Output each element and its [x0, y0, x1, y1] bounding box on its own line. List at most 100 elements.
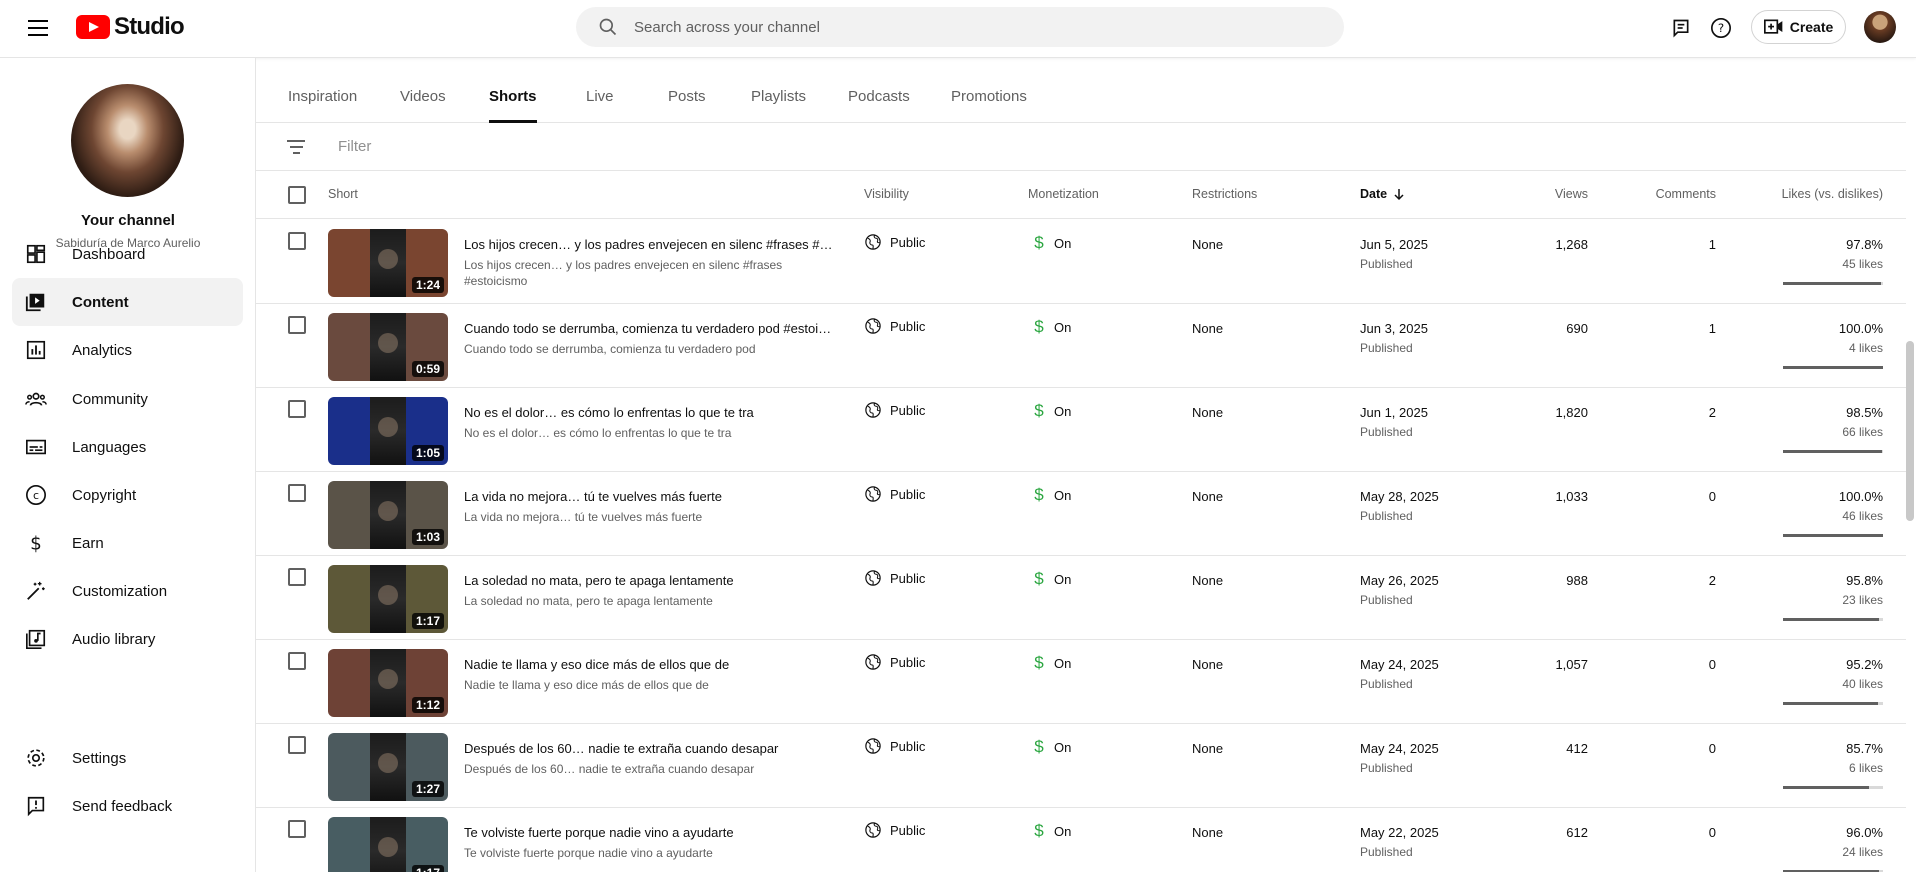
comments-cell[interactable]: 0	[1636, 825, 1716, 840]
sidebar-item-copyright[interactable]: c Copyright	[12, 471, 243, 519]
table-row[interactable]: 1:27 Después de los 60… nadie te extraña …	[256, 724, 1906, 808]
col-likes[interactable]: Likes (vs. dislikes)	[1746, 187, 1883, 201]
comments-cell[interactable]: 0	[1636, 657, 1716, 672]
tab-videos[interactable]: Videos	[400, 88, 446, 123]
visibility-cell[interactable]: Public	[864, 485, 925, 503]
filter-icon[interactable]	[284, 135, 308, 159]
search-icon[interactable]	[588, 7, 628, 47]
video-thumbnail[interactable]: 1:24	[328, 229, 448, 297]
col-views[interactable]: Views	[1496, 187, 1588, 201]
video-title[interactable]: Cuando todo se derrumba, comienza tu ver…	[464, 321, 834, 336]
comments-cell[interactable]: 2	[1636, 573, 1716, 588]
comments-cell[interactable]: 1	[1636, 321, 1716, 336]
video-thumbnail[interactable]: 1:27	[328, 733, 448, 801]
monetization-cell[interactable]: $ On	[1032, 317, 1071, 337]
row-checkbox[interactable]	[288, 736, 306, 754]
col-visibility[interactable]: Visibility	[864, 187, 909, 201]
tab-playlists[interactable]: Playlists	[751, 88, 806, 123]
visibility-cell[interactable]: Public	[864, 317, 925, 335]
col-monetization[interactable]: Monetization	[1028, 187, 1099, 201]
tab-posts[interactable]: Posts	[668, 88, 706, 123]
search-input[interactable]	[634, 18, 1294, 36]
likes-ratio-bar	[1783, 534, 1883, 537]
comments-cell[interactable]: 1	[1636, 237, 1716, 252]
sidebar-item-analytics[interactable]: Analytics	[12, 326, 243, 374]
monetization-cell[interactable]: $ On	[1032, 233, 1071, 253]
tab-podcasts[interactable]: Podcasts	[848, 88, 910, 123]
table-row[interactable]: 1:03 La vida no mejora… tú te vuelves más…	[256, 472, 1906, 556]
table-row[interactable]: 1:17 La soledad no mata, pero te apaga le…	[256, 556, 1906, 640]
comments-cell[interactable]: 2	[1636, 405, 1716, 420]
video-thumbnail[interactable]: 1:17	[328, 817, 448, 872]
monetization-cell[interactable]: $ On	[1032, 737, 1071, 757]
help-icon[interactable]: ?	[1707, 14, 1735, 42]
visibility-cell[interactable]: Public	[864, 233, 925, 251]
comments-icon[interactable]	[1667, 14, 1695, 42]
table-row[interactable]: 1:24 Los hijos crecen… y los padres envej…	[256, 220, 1906, 304]
sidebar-item-earn[interactable]: $ Earn	[12, 519, 243, 567]
monetization-cell[interactable]: $ On	[1032, 821, 1071, 841]
col-comments[interactable]: Comments	[1636, 187, 1716, 201]
video-thumbnail[interactable]: 1:05	[328, 397, 448, 465]
video-thumbnail[interactable]: 1:17	[328, 565, 448, 633]
video-title[interactable]: Los hijos crecen… y los padres envejecen…	[464, 237, 834, 252]
sidebar-item-audio-library[interactable]: Audio library	[12, 615, 243, 663]
likes-ratio-fill	[1783, 282, 1881, 285]
visibility-cell[interactable]: Public	[864, 821, 925, 839]
row-checkbox[interactable]	[288, 232, 306, 250]
comments-cell[interactable]: 0	[1636, 489, 1716, 504]
sidebar-item-customization[interactable]: Customization	[12, 567, 243, 615]
video-title[interactable]: La vida no mejora… tú te vuelves más fue…	[464, 489, 834, 504]
likes-ratio-bar	[1783, 702, 1883, 705]
video-title[interactable]: Te volviste fuerte porque nadie vino a a…	[464, 825, 834, 840]
hamburger-menu-icon[interactable]	[24, 14, 52, 42]
sidebar-item-settings[interactable]: Settings	[12, 734, 243, 782]
comments-cell[interactable]: 0	[1636, 741, 1716, 756]
tab-live[interactable]: Live	[586, 88, 614, 123]
sidebar-item-community[interactable]: Community	[12, 375, 243, 423]
row-checkbox[interactable]	[288, 820, 306, 838]
monetization-cell[interactable]: $ On	[1032, 485, 1071, 505]
account-avatar[interactable]	[1864, 11, 1896, 43]
monetization-cell[interactable]: $ On	[1032, 401, 1071, 421]
video-title[interactable]: No es el dolor… es cómo lo enfrentas lo …	[464, 405, 834, 420]
monetization-cell[interactable]: $ On	[1032, 653, 1071, 673]
table-row[interactable]: 1:12 Nadie te llama y eso dice más de ell…	[256, 640, 1906, 724]
sidebar-item-languages[interactable]: Languages	[12, 423, 243, 471]
row-checkbox[interactable]	[288, 652, 306, 670]
monetization-cell[interactable]: $ On	[1032, 569, 1071, 589]
video-thumbnail[interactable]: 1:03	[328, 481, 448, 549]
table-row[interactable]: 0:59 Cuando todo se derrumba, comienza tu…	[256, 304, 1906, 388]
content-tabs: Inspiration Videos Shorts Live Posts Playlist…	[256, 58, 1906, 123]
tab-promotions[interactable]: Promotions	[951, 88, 1027, 123]
tab-inspiration[interactable]: Inspiration	[288, 88, 357, 123]
row-checkbox[interactable]	[288, 568, 306, 586]
sidebar-item-send-feedback[interactable]: Send feedback	[12, 782, 243, 830]
row-checkbox[interactable]	[288, 400, 306, 418]
video-thumbnail[interactable]: 0:59	[328, 313, 448, 381]
visibility-cell[interactable]: Public	[864, 653, 925, 671]
select-all-checkbox[interactable]	[288, 186, 306, 204]
channel-avatar[interactable]	[71, 84, 184, 197]
sidebar-item-content[interactable]: Content	[12, 278, 243, 326]
row-checkbox[interactable]	[288, 316, 306, 334]
video-title[interactable]: Nadie te llama y eso dice más de ellos q…	[464, 657, 834, 672]
filter-input[interactable]	[338, 138, 738, 155]
tab-shorts[interactable]: Shorts	[489, 88, 537, 123]
studio-logo[interactable]: Studio	[76, 13, 185, 41]
video-title[interactable]: Después de los 60… nadie te extraña cuan…	[464, 741, 834, 756]
sidebar-item-dashboard[interactable]: Dashboard	[12, 230, 243, 278]
visibility-cell[interactable]: Public	[864, 737, 925, 755]
col-date[interactable]: Date	[1360, 187, 1405, 201]
visibility-cell[interactable]: Public	[864, 569, 925, 587]
scrollbar[interactable]	[1906, 341, 1914, 521]
table-row[interactable]: 1:05 No es el dolor… es cómo lo enfrentas…	[256, 388, 1906, 472]
table-row[interactable]: 1:17 Te volviste fuerte porque nadie vino…	[256, 808, 1906, 872]
col-restrictions[interactable]: Restrictions	[1192, 187, 1257, 201]
visibility-cell[interactable]: Public	[864, 401, 925, 419]
copyright-icon: c	[24, 483, 48, 507]
video-thumbnail[interactable]: 1:12	[328, 649, 448, 717]
create-button[interactable]: Create	[1751, 10, 1846, 44]
video-title[interactable]: La soledad no mata, pero te apaga lentam…	[464, 573, 834, 588]
row-checkbox[interactable]	[288, 484, 306, 502]
